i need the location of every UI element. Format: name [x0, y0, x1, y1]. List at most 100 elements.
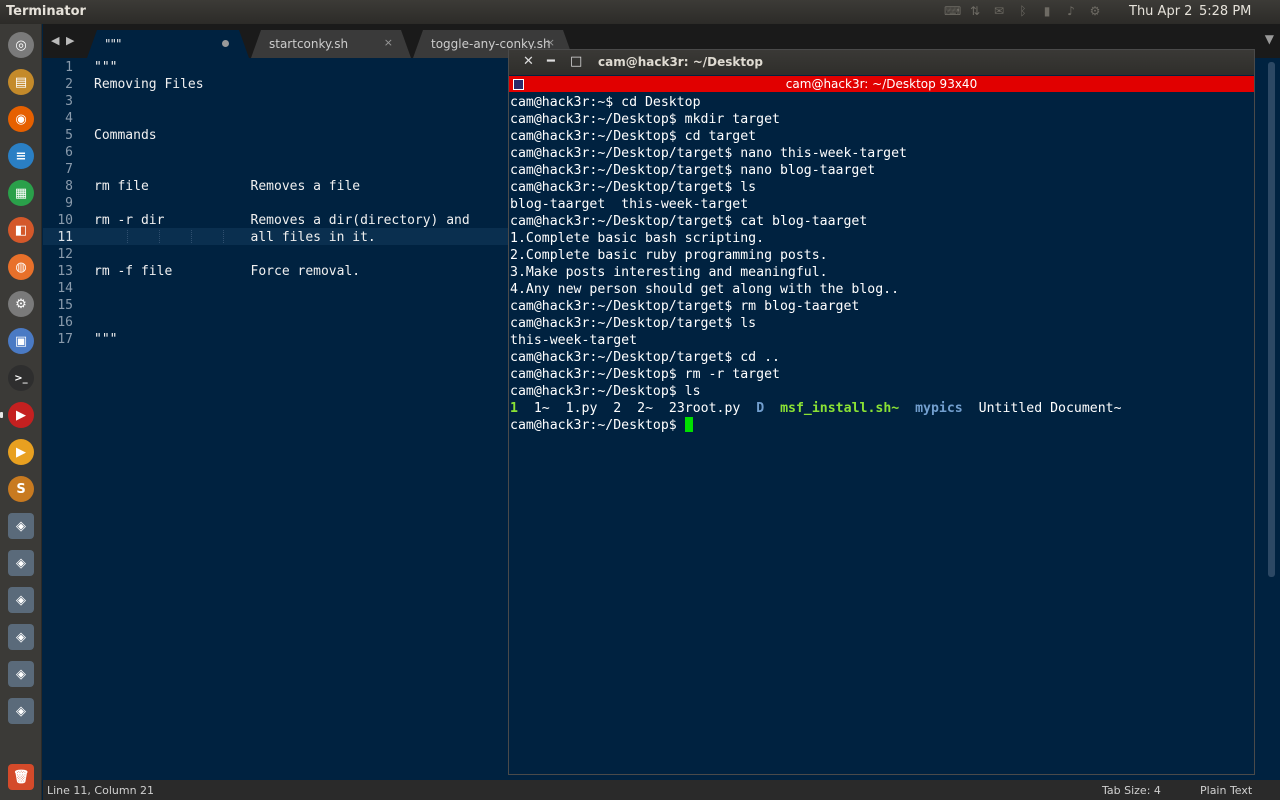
pane-title: cam@hack3r: ~/Desktop 93x40 — [785, 77, 978, 91]
writer-icon[interactable]: ≡ — [8, 143, 34, 169]
ls-entry: msf_install.sh~ — [780, 401, 900, 416]
cursor-position: Line 11, Column 21 — [47, 784, 155, 797]
workspace-icon[interactable]: ▣ — [8, 328, 34, 354]
line-number: 12 — [57, 247, 73, 262]
settings-icon[interactable]: ⚙ — [8, 291, 34, 317]
firefox-icon[interactable]: ◉ — [8, 106, 34, 132]
modified-dot-icon[interactable] — [222, 40, 229, 47]
line-number: 8 — [65, 179, 73, 194]
terminal-line: cam@hack3r:~/Desktop/target$ ls — [510, 316, 757, 331]
code-line: Removing Files — [94, 77, 204, 92]
code-line: """ — [94, 332, 118, 347]
line-number: 15 — [57, 298, 73, 313]
terminal-cursor — [684, 417, 693, 432]
syntax-selector[interactable]: Plain Text — [1200, 784, 1252, 797]
ls-entry: D — [756, 401, 765, 416]
disk-icon[interactable]: ◈ — [8, 698, 34, 724]
tab-size-selector[interactable]: Tab Size: 4 — [1102, 784, 1161, 797]
terminal-line: blog-taarget this-week-target — [510, 197, 749, 212]
ls-entry: 1.py — [565, 401, 598, 416]
tab-next-icon[interactable]: ▶ — [66, 34, 74, 47]
tab-label: startconky.sh — [269, 37, 349, 51]
prompt-line[interactable]: cam@hack3r:~/Desktop$ — [510, 417, 1252, 434]
terminal-line: cam@hack3r:~/Desktop/target$ ls — [510, 180, 757, 195]
code-line: rm file Removes a file — [94, 179, 361, 194]
bluetooth-icon[interactable]: ᛒ — [1016, 3, 1030, 19]
disk-icon[interactable]: ◈ — [8, 624, 34, 650]
dash-icon[interactable]: ◎ — [8, 32, 34, 58]
line-number: 1 — [65, 60, 73, 75]
terminal-window: ✕ ━ □ cam@hack3r: ~/Desktop cam@hack3r: … — [508, 49, 1255, 775]
disk-icon[interactable]: ◈ — [8, 513, 34, 539]
calc-icon[interactable]: ▦ — [8, 180, 34, 206]
sublime-icon[interactable]: S — [8, 476, 34, 502]
code-line: rm -f file Force removal. — [94, 264, 361, 279]
line-number: 6 — [65, 145, 73, 160]
terminal-line: cam@hack3r:~$ cd Desktop — [510, 95, 701, 110]
window-title: cam@hack3r: ~/Desktop — [598, 55, 763, 69]
battery-icon[interactable]: ▮ — [1040, 3, 1054, 19]
impress-icon[interactable]: ◧ — [8, 217, 34, 243]
code-line: rm -r dir Removes a dir(directory) and — [94, 213, 470, 228]
line-number: 5 — [65, 128, 73, 143]
terminal-line: 3.Make posts interesting and meaningful. — [510, 265, 828, 280]
trash-icon[interactable]: 🗑 — [8, 764, 34, 790]
disk-icon[interactable]: ◈ — [8, 550, 34, 576]
close-tab-icon[interactable]: × — [546, 36, 555, 49]
terminal-line: cam@hack3r:~/Desktop$ ls — [510, 384, 701, 399]
running-indicator — [0, 412, 3, 418]
settings-icon[interactable]: ⚙ — [1088, 3, 1102, 19]
ls-output-line: 1 1~ 1.py 2 2~ 23root.py D msf_install.s… — [510, 400, 1252, 417]
line-number: 9 — [65, 196, 73, 211]
terminal-line: cam@hack3r:~/Desktop$ rm -r target — [510, 367, 780, 382]
clock-time[interactable]: 5:28 PM — [1199, 4, 1251, 19]
disk-icon[interactable]: ◈ — [8, 661, 34, 687]
minimize-window-icon[interactable]: ━ — [547, 54, 555, 69]
terminal-output[interactable]: cam@hack3r:~$ cd Desktop cam@hack3r:~/Des… — [510, 94, 1252, 434]
editor-scrollbar[interactable] — [1268, 62, 1275, 577]
tab-label: """ — [105, 37, 122, 51]
line-number: 14 — [57, 281, 73, 296]
code-line: Commands — [94, 128, 157, 143]
close-tab-icon[interactable]: × — [384, 36, 393, 49]
software-center-icon[interactable]: ◍ — [8, 254, 34, 280]
code-line: """ — [94, 60, 118, 75]
volume-icon[interactable]: ♪ — [1064, 3, 1078, 19]
line-number: 4 — [65, 111, 73, 126]
line-number: 16 — [57, 315, 73, 330]
terminator-icon[interactable]: ▶ — [8, 402, 34, 428]
ls-entry: mypics — [915, 401, 963, 416]
active-app-title: Terminator — [6, 4, 86, 19]
indicator-area: ⌨ ⇅ ✉ ᛒ ▮ ♪ ⚙ — [944, 3, 1102, 19]
ls-entry: Untitled Document~ — [978, 401, 1122, 416]
keyboard-icon[interactable]: ⌨ — [944, 3, 961, 19]
line-number: 13 — [57, 264, 73, 279]
line-number: 7 — [65, 162, 73, 177]
maximize-window-icon[interactable]: □ — [570, 54, 582, 69]
line-number: 17 — [57, 332, 73, 347]
terminal-line: cam@hack3r:~/Desktop$ mkdir target — [510, 112, 780, 127]
terminal-line: cam@hack3r:~/Desktop/target$ cd .. — [510, 350, 780, 365]
terminal-titlebar[interactable]: ✕ ━ □ cam@hack3r: ~/Desktop — [509, 50, 1254, 75]
top-panel: Terminator ⌨ ⇅ ✉ ᛒ ▮ ♪ ⚙ Thu Apr 2 5:28 PM — [0, 0, 1280, 24]
shell-prompt: cam@hack3r:~/Desktop$ — [510, 418, 685, 433]
code-line: all files in it. — [94, 230, 376, 245]
terminal-icon[interactable]: >_ — [8, 365, 34, 391]
disk-icon[interactable]: ◈ — [8, 587, 34, 613]
tab-prev-icon[interactable]: ◀ — [51, 34, 59, 47]
terminal-line: this-week-target — [510, 333, 638, 348]
tab-dropdown-icon[interactable]: ▼ — [1265, 32, 1274, 46]
media-player-icon[interactable]: ▶ — [8, 439, 34, 465]
line-number: 2 — [65, 77, 73, 92]
terminal-pane-header[interactable]: cam@hack3r: ~/Desktop 93x40 — [509, 76, 1254, 92]
mail-icon[interactable]: ✉ — [992, 3, 1006, 19]
network-icon[interactable]: ⇅ — [968, 3, 982, 19]
terminal-line: cam@hack3r:~/Desktop/target$ cat blog-ta… — [510, 214, 868, 229]
close-window-icon[interactable]: ✕ — [523, 54, 534, 69]
clock-date[interactable]: Thu Apr 2 — [1129, 4, 1192, 19]
tab-docstring[interactable]: """ — [87, 30, 249, 58]
tab-startconky[interactable]: startconky.sh × — [251, 30, 411, 58]
ls-entry: 2 — [613, 401, 622, 416]
ls-entry: 23root.py — [668, 401, 741, 416]
files-icon[interactable]: ▤ — [8, 69, 34, 95]
